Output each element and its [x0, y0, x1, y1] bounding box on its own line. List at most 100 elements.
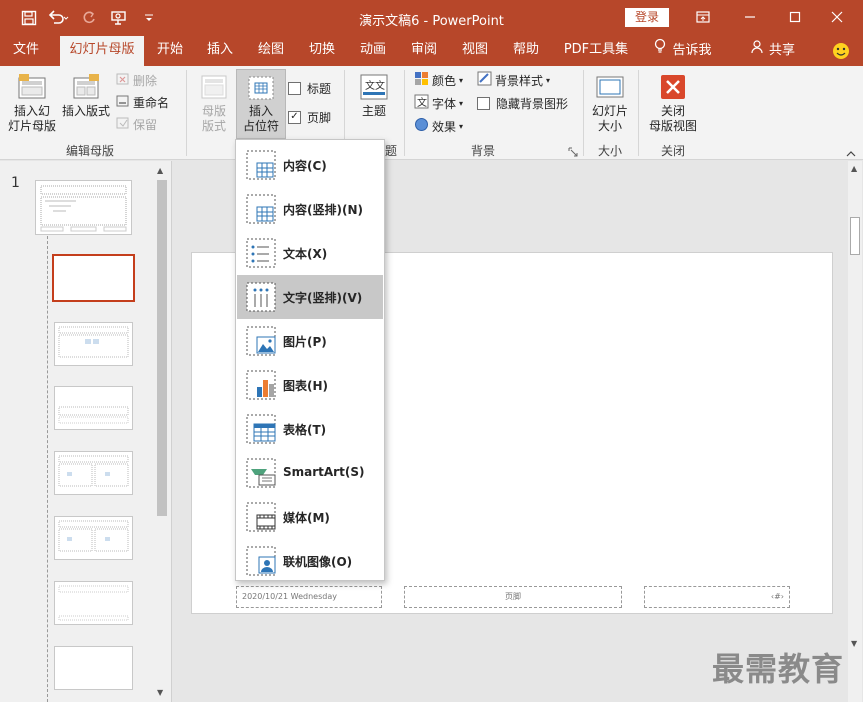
fonts-dropdown[interactable]: 文 字体 ▾ — [414, 93, 463, 113]
ribbon-tab-bar: 文件 幻灯片母版 开始 插入 绘图 切换 动画 审阅 视图 帮助 PDF工具集 … — [0, 36, 863, 66]
scroll-down-icon[interactable]: ▼ — [851, 639, 857, 648]
login-button[interactable]: 登录 — [625, 8, 669, 27]
menu-item-content-vertical[interactable]: 内容(竖排)(N) — [237, 187, 383, 231]
slide-size-button[interactable]: 幻灯片 大小 — [589, 70, 631, 134]
thumbnail-layout[interactable] — [54, 451, 133, 495]
title-checkbox-box[interactable] — [288, 81, 301, 95]
background-styles-label: 背景样式 — [495, 73, 544, 88]
colors-dropdown[interactable]: 颜色 ▾ — [414, 70, 463, 90]
tab-file[interactable]: 文件 — [4, 36, 48, 66]
main-scrollbar-thumb[interactable] — [850, 217, 860, 255]
insert-placeholder-menu: 内容(C) 内容(竖排)(N) 文本(X) 文字(竖排)(V) 图片(P) 图表… — [235, 139, 385, 581]
insert-placeholder-button[interactable]: 插入 占位符 — [236, 69, 286, 139]
group-label-close: 关闭 — [660, 144, 685, 158]
insert-layout-label: 插入版式 — [61, 104, 110, 118]
menu-item-text[interactable]: 文本(X) — [237, 231, 383, 275]
footer-date-placeholder[interactable]: 2020/10/21 Wednesday — [236, 586, 382, 608]
colors-label: 颜色 — [432, 73, 457, 88]
thumbnail-layout[interactable] — [54, 386, 133, 430]
thumbnail-scrollbar[interactable]: ▲ ▼ — [155, 164, 169, 702]
dialog-launcher-icon[interactable] — [568, 146, 578, 157]
ribbon-separator — [404, 70, 405, 156]
effects-dropdown[interactable]: 效果 ▾ — [414, 116, 463, 136]
tab-view[interactable]: 视图 — [455, 36, 495, 66]
group-label-background: 背景 — [470, 144, 495, 158]
scroll-up-icon[interactable]: ▲ — [851, 164, 857, 173]
title-checkbox-label: 标题 — [307, 81, 332, 96]
menu-item-picture[interactable]: 图片(P) — [237, 319, 383, 363]
master-layout-icon — [200, 72, 228, 102]
redo-icon[interactable] — [74, 8, 104, 28]
close-icon[interactable] — [822, 6, 852, 28]
slide-size-icon — [595, 72, 625, 102]
scroll-up-icon[interactable]: ▲ — [157, 166, 163, 175]
tab-draw[interactable]: 绘图 — [251, 36, 291, 66]
lightbulb-icon — [654, 37, 666, 65]
title-checkbox[interactable]: 标题 — [288, 78, 331, 98]
tab-review[interactable]: 审阅 — [404, 36, 444, 66]
menu-item-text-vertical[interactable]: 文字(竖排)(V) — [237, 275, 383, 319]
tab-pdf-tools[interactable]: PDF工具集 — [560, 36, 632, 66]
theme-button[interactable]: 文文 主题 — [354, 70, 394, 119]
preserve-button[interactable]: 保留 — [116, 115, 157, 135]
thumbnail-scrollbar-thumb[interactable] — [157, 180, 167, 516]
effects-label: 效果 — [432, 119, 457, 134]
chart-icon — [245, 369, 277, 401]
tab-insert[interactable]: 插入 — [200, 36, 240, 66]
customize-qat-icon[interactable] — [134, 8, 164, 28]
thumbnail-layout-selected[interactable] — [52, 254, 135, 302]
tab-slide-master[interactable]: 幻灯片母版 — [60, 36, 144, 66]
thumbnail-layout[interactable] — [54, 322, 133, 366]
rename-button[interactable]: 重命名 — [116, 93, 169, 113]
smiley-feedback-icon[interactable] — [828, 36, 854, 66]
preserve-label: 保留 — [133, 117, 158, 132]
tab-help[interactable]: 帮助 — [506, 36, 546, 66]
menu-item-media[interactable]: 媒体(M) — [237, 495, 383, 539]
thumbnail-layout[interactable] — [54, 581, 133, 625]
tab-animations[interactable]: 动画 — [353, 36, 393, 66]
maximize-icon[interactable] — [780, 6, 810, 28]
delete-button[interactable]: 删除 — [116, 71, 157, 91]
share-button[interactable]: 共享 — [748, 36, 798, 66]
background-styles-dropdown[interactable]: 背景样式 ▾ — [477, 70, 550, 90]
menu-item-chart[interactable]: 图表(H) — [237, 363, 383, 407]
menu-item-label: 内容(竖排)(N) — [283, 203, 363, 217]
menu-item-content[interactable]: 内容(C) — [237, 143, 383, 187]
undo-icon[interactable] — [44, 8, 74, 28]
group-label-edit-master: 编辑母版 — [65, 144, 114, 158]
insert-slide-master-button[interactable]: 插入幻 灯片母版 — [4, 70, 60, 134]
hide-background-checkbox[interactable]: 隐藏背景图形 — [477, 93, 568, 113]
background-styles-icon — [477, 71, 492, 89]
minimize-icon[interactable] — [735, 6, 765, 28]
save-icon[interactable] — [14, 8, 44, 28]
menu-item-online-image[interactable]: 联机图像(O) — [237, 539, 383, 583]
footer-checkbox-box[interactable]: ✓ — [288, 110, 301, 124]
close-master-view-button[interactable]: 关闭 母版视图 — [646, 70, 700, 134]
collapse-ribbon-icon[interactable] — [845, 148, 857, 158]
footer-number-placeholder[interactable]: ‹#› — [644, 586, 790, 608]
master-layout-button[interactable]: 母版 版式 — [194, 70, 234, 134]
master-layout-label: 母版 版式 — [201, 104, 226, 133]
ribbon-display-options-icon[interactable] — [688, 6, 718, 28]
main-scrollbar[interactable]: ▲ ▼ — [848, 161, 862, 702]
footer-text-placeholder[interactable]: 页脚 — [404, 586, 622, 608]
rename-icon — [116, 94, 130, 112]
presenter-icon[interactable] — [104, 8, 134, 28]
footer-checkbox[interactable]: ✓ 页脚 — [288, 107, 331, 127]
tab-home[interactable]: 开始 — [150, 36, 190, 66]
thumbnail-master[interactable] — [35, 180, 132, 235]
tab-transitions[interactable]: 切换 — [302, 36, 342, 66]
hide-background-checkbox-box[interactable] — [477, 96, 490, 110]
menu-item-label: 图表(H) — [283, 379, 329, 393]
tell-me-search[interactable]: 告诉我 — [648, 36, 718, 66]
scroll-down-icon[interactable]: ▼ — [157, 688, 163, 697]
thumbnail-layout[interactable] — [54, 516, 133, 560]
svg-text:文文: 文文 — [365, 79, 385, 92]
tell-me-label: 告诉我 — [672, 43, 712, 58]
menu-item-smartart[interactable]: SmartArt(S) — [237, 451, 383, 495]
insert-layout-button[interactable]: 插入版式 — [60, 70, 112, 119]
insert-slide-master-label: 插入幻 灯片母版 — [7, 104, 56, 133]
thumbnail-layout[interactable] — [54, 646, 133, 690]
picture-icon — [245, 325, 277, 357]
menu-item-table[interactable]: 表格(T) — [237, 407, 383, 451]
